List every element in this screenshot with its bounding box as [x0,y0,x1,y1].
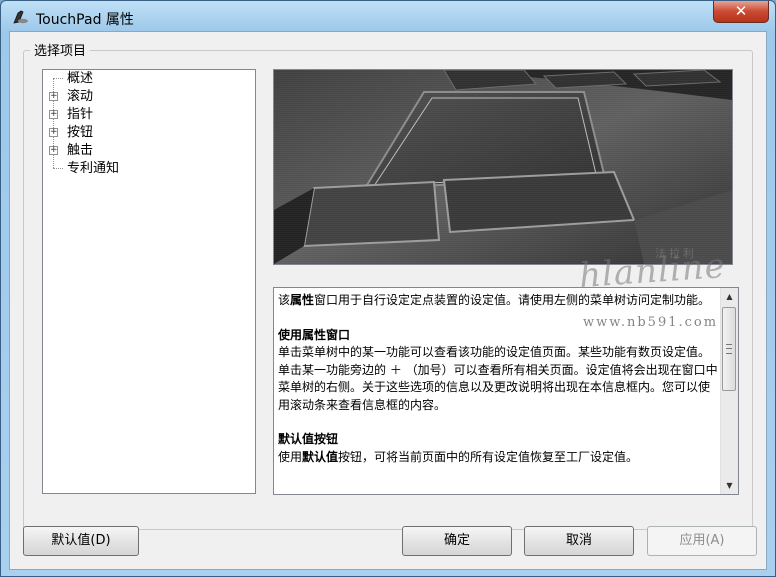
expand-plus-icon[interactable]: + [49,110,58,119]
info-paragraph-use-window: 单击菜单树中的某一功能可以查看该功能的设定值页面。某些功能有数页设定值。单击某一… [278,345,718,412]
tree-item-label: 按钮 [67,125,94,140]
grip-icon [726,344,732,354]
touchpad-banner-image [273,69,733,265]
select-item-group-label: 选择项目 [30,40,91,59]
tree-item-label: 指针 [67,107,94,122]
info-box[interactable]: 该属性窗口用于自行设定定点装置的设定值。请使用左侧的菜单树访问定制功能。 使用属… [273,287,739,495]
touchpad-illustration [274,70,732,264]
info-paragraph-intro: 该属性窗口用于自行设定定点装置的设定值。请使用左侧的菜单树访问定制功能。 [278,293,711,307]
cancel-button[interactable]: 取消 [524,526,634,556]
touchpad-properties-window: TouchPad 属性 ✕ 选择项目 概述 + 滚动 + 指针 + 按钮 + 触… [0,0,776,577]
close-button[interactable]: ✕ [713,1,769,23]
tree-leaf-line [53,168,63,169]
title-bar[interactable]: TouchPad 属性 ✕ [1,1,775,33]
scroll-up-arrow-icon[interactable]: ▲ [721,288,738,305]
default-button[interactable]: 默认值(D) [23,526,139,556]
tree-leaf-line [53,78,63,79]
tree-item-label: 专利通知 [67,161,120,176]
info-paragraph-default-button: 使用默认值按钮，可将当前页面中的所有设定值恢复至工厂设定值。 [278,449,639,464]
info-scrollbar[interactable]: ▲ ▼ [720,288,738,494]
tree-item-label: 触击 [67,143,94,158]
info-heading-use-window: 使用属性窗口 [278,327,351,342]
window-title: TouchPad 属性 [36,12,134,28]
ok-button[interactable]: 确定 [402,526,512,556]
info-heading-default-button: 默认值按钮 [278,432,339,446]
dialog-body: 选择项目 概述 + 滚动 + 指针 + 按钮 + 触击 专利通知 该属性窗口用于… [9,31,767,570]
apply-button: 应用(A) [647,526,757,556]
expand-plus-icon[interactable]: + [49,92,58,101]
expand-plus-icon[interactable]: + [49,128,58,137]
tree-item-label: 滚动 [67,89,94,104]
info-text: 该属性窗口用于自行设定定点装置的设定值。请使用左侧的菜单树访问定制功能。 使用属… [278,292,718,466]
menu-tree[interactable]: 概述 + 滚动 + 指针 + 按钮 + 触击 专利通知 [42,69,256,494]
touchpad-app-icon [13,10,28,24]
scroll-thumb[interactable] [722,307,736,391]
expand-plus-icon[interactable]: + [49,146,58,155]
scroll-down-arrow-icon[interactable]: ▼ [721,477,738,494]
tree-item-label: 概述 [67,71,94,86]
